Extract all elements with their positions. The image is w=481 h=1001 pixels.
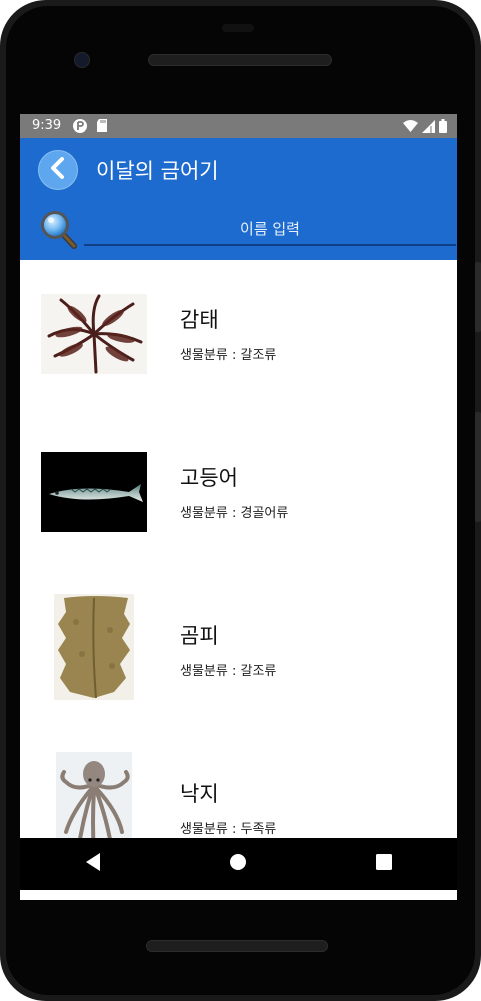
page-title: 이달의 금어기	[96, 159, 219, 183]
nav-back-button[interactable]	[73, 844, 113, 884]
species-name: 낙지	[180, 782, 219, 806]
search-input[interactable]	[84, 214, 456, 246]
seaweed-image	[41, 294, 147, 374]
proximity-sensor	[222, 24, 254, 32]
chevron-left-icon	[49, 157, 67, 183]
kelp-image	[54, 594, 134, 700]
notification-icon	[72, 118, 88, 138]
search-bar	[20, 208, 457, 258]
species-category: 생물분류 : 두족류	[180, 822, 277, 837]
species-category: 생물분류 : 갈조류	[180, 664, 277, 679]
species-list: 감태 생물분류 : 갈조류 고등어 생물분류: 경골어류 곰피 생물분류: …	[20, 260, 457, 900]
app-screen: 9:39 이달의 금어기 이름 입력 감태 생물분류: 갈조류 고등어 생물분…	[20, 114, 457, 900]
front-camera	[74, 52, 90, 68]
system-nav-bar	[20, 838, 457, 890]
back-button[interactable]	[38, 150, 78, 190]
species-name: 감태	[180, 308, 219, 332]
mackerel-image	[41, 452, 147, 532]
species-category: 생물분류 : 갈조류	[180, 348, 277, 363]
species-category: 생물분류 : 경골어류	[180, 506, 289, 521]
status-right-icons	[403, 119, 447, 137]
list-item[interactable]: 곰피 생물분류 : 갈조류	[20, 576, 457, 734]
sd-card-icon	[96, 118, 108, 138]
list-item[interactable]: 감태 생물분류 : 갈조류	[20, 260, 457, 418]
magnifier-icon[interactable]	[40, 210, 78, 250]
power-button	[475, 412, 481, 522]
status-time: 9:39	[32, 118, 62, 133]
earpiece-speaker	[148, 54, 332, 66]
back-triangle-icon	[84, 852, 102, 876]
battery-icon	[439, 119, 447, 137]
species-name: 고등어	[180, 466, 238, 490]
bottom-speaker	[146, 940, 328, 952]
volume-button	[475, 262, 481, 332]
status-bar: 9:39	[20, 114, 457, 138]
list-item[interactable]: 고등어 생물분류 : 경골어류	[20, 418, 457, 576]
status-left-icons	[72, 118, 108, 138]
recents-square-icon	[376, 854, 393, 874]
wifi-icon	[403, 120, 418, 136]
home-circle-icon	[229, 853, 247, 875]
nav-recents-button[interactable]	[364, 844, 404, 884]
signal-icon	[422, 119, 435, 137]
species-name: 곰피	[180, 624, 219, 648]
app-bar: 이달의 금어기	[20, 138, 457, 260]
nav-home-button[interactable]	[218, 844, 258, 884]
